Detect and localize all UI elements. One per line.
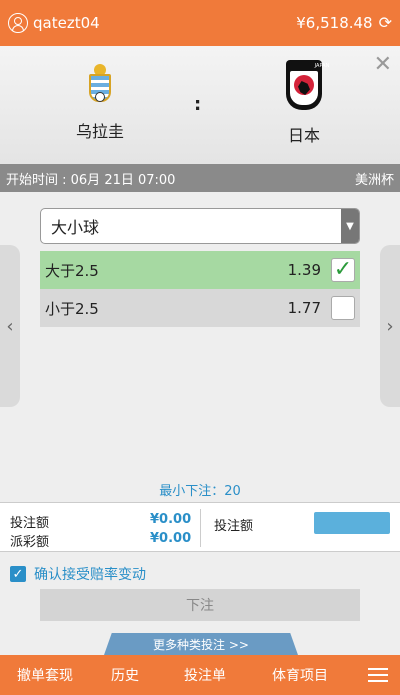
divider xyxy=(200,509,201,547)
option-odds: 1.39 xyxy=(287,261,321,279)
payout-value: ¥0.00 xyxy=(150,531,192,546)
stake-panel: 投注额 ¥0.00 派彩额 ¥0.00 投注额 xyxy=(0,502,400,552)
home-team: 乌拉圭 xyxy=(40,64,160,142)
chevron-right-icon: › xyxy=(386,315,394,337)
match-header: ✕ 乌拉圭 : JAPAN 日本 xyxy=(0,46,400,164)
start-time: 开始时间 : 06月 21日 07:00 xyxy=(6,172,176,188)
away-team: JAPAN 日本 xyxy=(244,60,364,146)
nav-sports[interactable]: 体育项目 xyxy=(250,665,350,685)
option-label: 小于2.5 xyxy=(45,299,99,318)
option-checkbox[interactable] xyxy=(331,296,355,320)
bet-option-under[interactable]: 小于2.5 1.77 xyxy=(40,289,360,327)
place-bet-button[interactable]: 下注 xyxy=(40,589,360,621)
username: qatezt04 xyxy=(33,14,100,32)
option-label: 大于2.5 xyxy=(45,261,99,280)
min-stake: 最小下注：20 xyxy=(159,484,241,499)
score-separator: : xyxy=(194,94,202,115)
chevron-left-icon: ‹ xyxy=(6,315,14,337)
accept-odds-change[interactable]: ✓ 确认接受赔率变动 xyxy=(10,564,146,584)
bottom-nav: 撤单套现 历史 投注单 体育项目 xyxy=(0,655,400,695)
nav-betslip[interactable]: 投注单 xyxy=(160,665,250,685)
stake-input[interactable] xyxy=(314,512,390,534)
hamburger-menu-icon[interactable] xyxy=(368,668,388,682)
bet-option-over[interactable]: 大于2.5 1.39 ✓ xyxy=(40,251,360,289)
match-info-bar: 开始时间 : 06月 21日 07:00 美洲杯 xyxy=(0,164,400,192)
nav-cashout[interactable]: 撤单套现 xyxy=(0,665,90,685)
option-odds: 1.77 xyxy=(287,299,321,317)
next-market-button[interactable]: › xyxy=(380,245,400,407)
prev-market-button[interactable]: ‹ xyxy=(0,245,20,407)
close-icon[interactable]: ✕ xyxy=(374,52,392,77)
market-select[interactable]: 大小球 ▼ xyxy=(40,208,360,244)
market-select-value: 大小球 xyxy=(51,218,100,237)
league-name: 美洲杯 xyxy=(354,172,394,188)
top-bar: qatezt04 ¥6,518.48 ⟳ xyxy=(0,0,400,46)
nav-history[interactable]: 历史 xyxy=(90,665,160,685)
stake-input-label: 投注额 xyxy=(214,519,254,534)
option-checkbox-checked[interactable]: ✓ xyxy=(331,258,355,282)
accept-odds-change-label: 确认接受赔率变动 xyxy=(34,567,146,583)
uruguay-crest-icon xyxy=(85,64,115,106)
more-bets-tab[interactable]: 更多种类投注 >> xyxy=(104,633,298,655)
japan-crest-icon: JAPAN xyxy=(286,60,329,110)
away-team-name: 日本 xyxy=(287,126,320,145)
checkbox-checked-icon[interactable]: ✓ xyxy=(10,566,26,582)
bet-amount-value: ¥0.00 xyxy=(150,512,192,527)
bet-amount-label: 投注额 xyxy=(10,516,50,531)
user-icon[interactable] xyxy=(8,13,28,33)
chevron-down-icon: ▼ xyxy=(341,209,359,243)
payout-label: 派彩额 xyxy=(10,535,50,550)
refresh-icon[interactable]: ⟳ xyxy=(379,15,392,31)
balance: ¥6,518.48 xyxy=(296,14,373,32)
home-team-name: 乌拉圭 xyxy=(75,122,124,141)
